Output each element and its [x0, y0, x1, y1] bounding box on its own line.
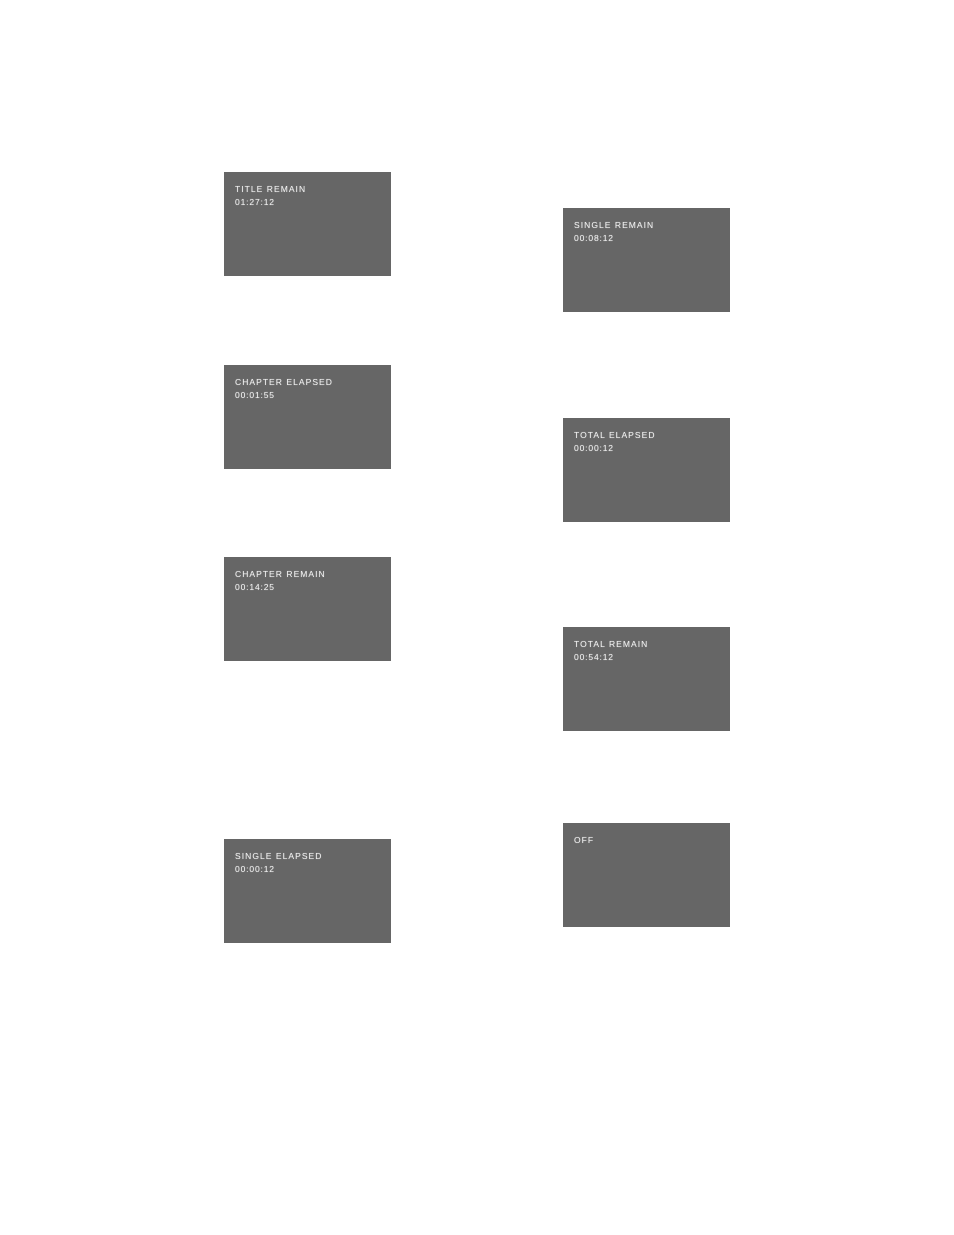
osd-panel-chapter-elapsed: CHAPTER ELAPSED 00:01:55	[224, 365, 391, 469]
osd-panel-single-remain: SINGLE REMAIN 00:08:12	[563, 208, 730, 312]
osd-timecode-value: 00:00:12	[235, 864, 275, 874]
osd-mode-label: TITLE REMAIN	[235, 184, 307, 194]
osd-mode-label: CHAPTER ELAPSED	[235, 377, 333, 387]
osd-timecode-value: 00:14:25	[235, 582, 275, 592]
osd-panel-chapter-remain: CHAPTER REMAIN 00:14:25	[224, 557, 391, 661]
osd-mode-label: TOTAL REMAIN	[574, 639, 649, 649]
osd-timecode-value: 01:27:12	[235, 197, 275, 207]
osd-panel-single-elapsed: SINGLE ELAPSED 00:00:12	[224, 839, 391, 943]
osd-timecode-value: 00:01:55	[235, 390, 275, 400]
osd-mode-label: CHAPTER REMAIN	[235, 569, 326, 579]
osd-mode-label: SINGLE ELAPSED	[235, 851, 323, 861]
osd-timecode-value: 00:00:12	[574, 443, 614, 453]
osd-panel-total-elapsed: TOTAL ELAPSED 00:00:12	[563, 418, 730, 522]
osd-timecode-value: 00:54:12	[574, 652, 614, 662]
osd-panel-off: OFF	[563, 823, 730, 927]
osd-mode-label: OFF	[574, 835, 595, 845]
osd-panel-total-remain: TOTAL REMAIN 00:54:12	[563, 627, 730, 731]
osd-timecode-value: 00:08:12	[574, 233, 614, 243]
osd-display-figure: TITLE REMAIN 01:27:12 SINGLE REMAIN 00:08:1…	[0, 0, 954, 1235]
osd-mode-label: SINGLE REMAIN	[574, 220, 655, 230]
osd-mode-label: TOTAL ELAPSED	[574, 430, 656, 440]
osd-panel-title-remain: TITLE REMAIN 01:27:12	[224, 172, 391, 276]
